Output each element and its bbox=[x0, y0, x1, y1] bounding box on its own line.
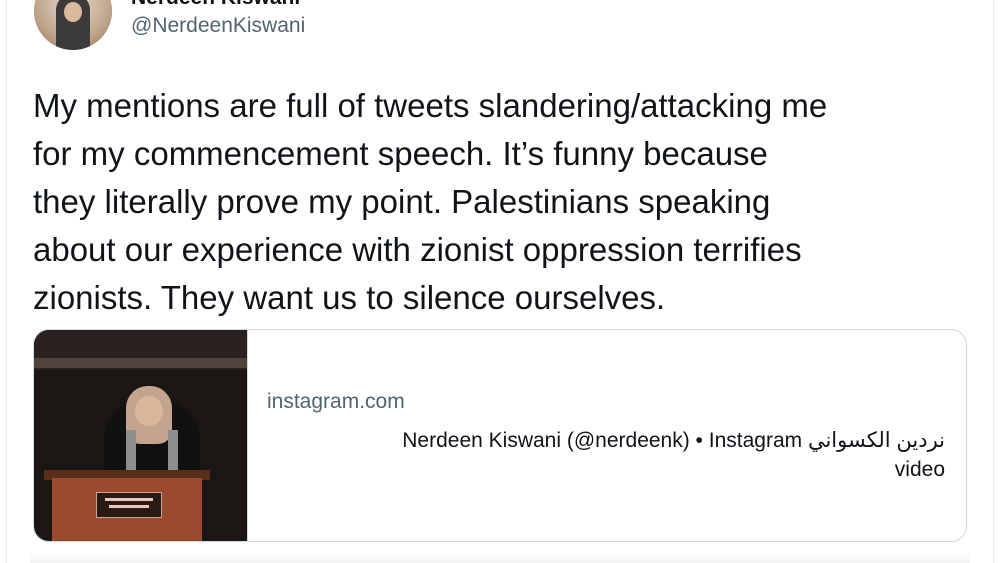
link-card-title: Nerdeen Kiswani (@nerdeenk) • Instagram … bbox=[267, 426, 945, 484]
link-card-title-text: Nerdeen Kiswani (@nerdeenk) • Instagram … bbox=[402, 429, 945, 481]
link-card-thumbnail[interactable] bbox=[34, 330, 248, 541]
right-divider bbox=[993, 0, 994, 563]
podium-sign-line bbox=[109, 505, 149, 508]
left-divider bbox=[6, 0, 7, 563]
link-card-domain: instagram.com bbox=[267, 390, 405, 413]
tweet-screenshot: Nerdeen Kiswani @NerdeenKiswani My menti… bbox=[0, 0, 1000, 563]
bottom-edge bbox=[30, 553, 970, 563]
link-card[interactable]: instagram.com Nerdeen Kiswani (@nerdeenk… bbox=[33, 329, 967, 542]
stage-light bbox=[34, 358, 247, 368]
podium-sign-line bbox=[105, 498, 153, 501]
podium-sign bbox=[96, 492, 162, 518]
avatar[interactable] bbox=[34, 0, 112, 50]
speaker-face bbox=[135, 396, 163, 426]
author-handle[interactable]: @NerdeenKiswani bbox=[131, 14, 305, 38]
tweet-text: My mentions are full of tweets slanderin… bbox=[33, 87, 828, 316]
avatar-face bbox=[64, 2, 82, 22]
author-display-name[interactable]: Nerdeen Kiswani bbox=[131, 0, 300, 10]
